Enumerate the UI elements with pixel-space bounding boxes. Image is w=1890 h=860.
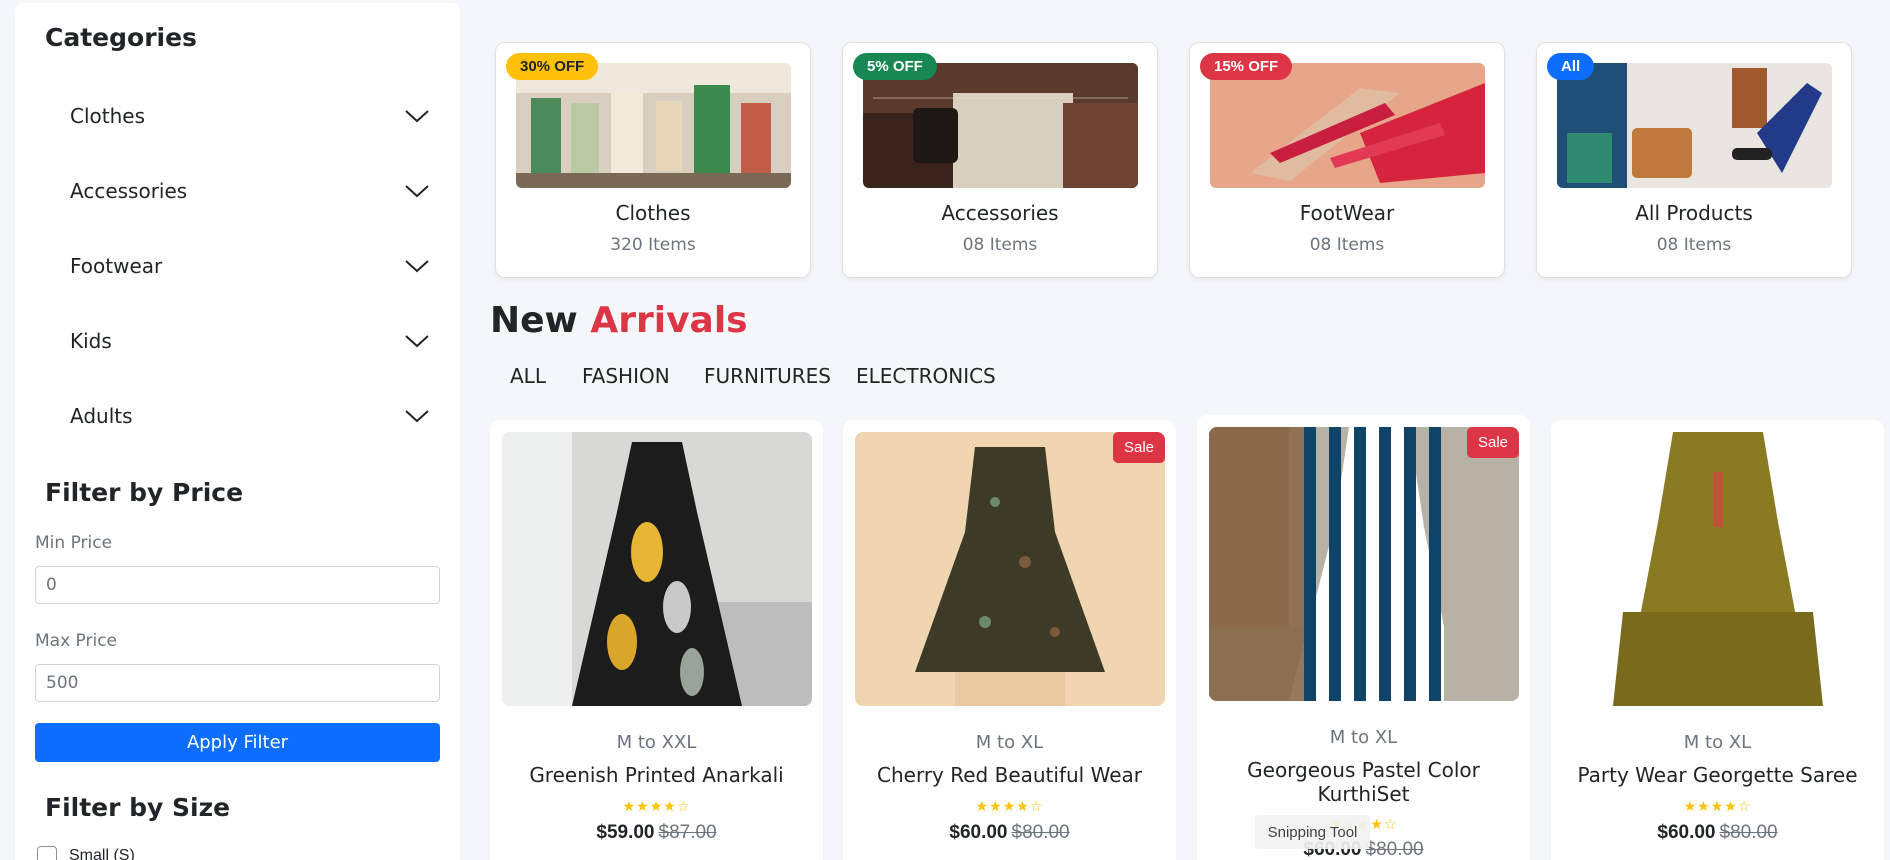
size-option-small[interactable]: Small (S) bbox=[37, 846, 135, 860]
product-price: $60.00 $80.00 bbox=[1551, 822, 1884, 844]
category-name: FootWear bbox=[1299, 201, 1395, 225]
discount-badge: All bbox=[1547, 53, 1595, 80]
max-price-input[interactable] bbox=[35, 664, 440, 702]
max-price-label: Max Price bbox=[35, 631, 118, 651]
category-count: 08 Items bbox=[962, 235, 1038, 255]
olive-dress-image bbox=[1563, 432, 1873, 706]
product-name[interactable]: Party Wear Georgette Saree bbox=[1561, 763, 1874, 787]
size-filter-heading: Filter by Size bbox=[45, 793, 231, 822]
striped-dress-image: Sale bbox=[1209, 427, 1519, 701]
product-card[interactable]: Sale M to XL Georgeous Pastel Color Kurt… bbox=[1197, 415, 1530, 860]
product-name[interactable]: Greenish Printed Anarkali bbox=[500, 763, 813, 787]
size-option-label: Small (S) bbox=[69, 847, 135, 860]
category-label: Kids bbox=[70, 329, 112, 353]
rating-stars: ★★★★☆ bbox=[1683, 798, 1752, 814]
min-price-label: Min Price bbox=[35, 533, 113, 553]
product-price: $59.00 $87.00 bbox=[490, 822, 823, 844]
current-price: $60.00 bbox=[949, 822, 1008, 843]
category-label: Adults bbox=[70, 404, 133, 428]
original-price: $87.00 bbox=[658, 822, 717, 843]
chevron-down-icon bbox=[405, 185, 429, 198]
discount-badge: 15% OFF bbox=[1200, 53, 1293, 80]
category-label: Accessories bbox=[70, 179, 188, 203]
title-word-new: New bbox=[490, 300, 578, 341]
original-price: $80.00 bbox=[1011, 822, 1070, 843]
tab-electronics[interactable]: ELECTRONICS bbox=[856, 364, 996, 388]
category-item-accessories[interactable]: Accessories bbox=[70, 171, 430, 211]
category-name: All Products bbox=[1635, 201, 1753, 225]
category-label: Clothes bbox=[70, 104, 145, 128]
chevron-down-icon bbox=[405, 335, 429, 348]
category-card-footwear[interactable]: 15% OFF FootWear 08 Items bbox=[1189, 42, 1505, 278]
chevron-down-icon bbox=[405, 410, 429, 423]
current-price: $59.00 bbox=[596, 822, 655, 843]
product-name[interactable]: Georgeous Pastel Color KurthiSet bbox=[1207, 758, 1520, 806]
chevron-down-icon bbox=[405, 260, 429, 273]
size-small-checkbox[interactable] bbox=[37, 846, 57, 860]
category-name: Clothes bbox=[615, 201, 691, 225]
category-label: Footwear bbox=[70, 254, 163, 278]
category-count: 320 Items bbox=[610, 235, 696, 255]
product-card[interactable]: M to XL Party Wear Georgette Saree ★★★★☆… bbox=[1551, 420, 1884, 860]
min-price-input[interactable] bbox=[35, 566, 440, 604]
rating-stars: ★★★★☆ bbox=[622, 798, 691, 814]
original-price: $80.00 bbox=[1719, 822, 1778, 843]
tab-fashion[interactable]: FASHION bbox=[582, 364, 670, 388]
printed-dress-image: Sale bbox=[855, 432, 1165, 706]
price-filter-heading: Filter by Price bbox=[45, 478, 244, 507]
sidebar: Categories Clothes Accessories Footwear … bbox=[15, 3, 460, 860]
apply-filter-button[interactable]: Apply Filter bbox=[35, 723, 440, 762]
product-card[interactable]: Sale M to XL Cherry Red Beautiful Wear ★… bbox=[843, 420, 1176, 860]
current-price: $60.00 bbox=[1657, 822, 1716, 843]
tab-furnitures[interactable]: FURNITURES bbox=[704, 364, 831, 388]
category-count: 08 Items bbox=[1656, 235, 1732, 255]
tab-all[interactable]: ALL bbox=[510, 364, 546, 388]
category-name: Accessories bbox=[941, 201, 1059, 225]
flatlay-products-image bbox=[1557, 63, 1832, 188]
title-word-arrivals: Arrivals bbox=[590, 300, 748, 341]
original-price: $80.00 bbox=[1365, 839, 1424, 860]
discount-badge: 5% OFF bbox=[853, 53, 937, 80]
product-size: M to XL bbox=[975, 732, 1044, 753]
category-card-all-products[interactable]: All All Products 08 Items bbox=[1536, 42, 1852, 278]
product-name[interactable]: Cherry Red Beautiful Wear bbox=[853, 763, 1166, 787]
chevron-down-icon bbox=[405, 110, 429, 123]
product-price: $60.00 $80.00 bbox=[843, 822, 1176, 844]
rating-stars: ★★★★☆ bbox=[975, 798, 1044, 814]
category-item-adults[interactable]: Adults bbox=[70, 396, 430, 436]
category-card-accessories[interactable]: 5% OFF Accessories 08 Items bbox=[842, 42, 1158, 278]
new-arrivals-title: New Arrivals bbox=[490, 300, 748, 341]
product-card[interactable]: M to XXL Greenish Printed Anarkali ★★★★☆… bbox=[490, 420, 823, 860]
category-card-clothes[interactable]: 30% OFF Clothes 320 Items bbox=[495, 42, 811, 278]
handbag-image bbox=[863, 63, 1138, 188]
category-item-footwear[interactable]: Footwear bbox=[70, 246, 430, 286]
sale-badge: Sale bbox=[1112, 432, 1165, 463]
snipping-tool-tooltip: Snipping Tool bbox=[1255, 815, 1370, 849]
product-size: M to XL bbox=[1683, 732, 1752, 753]
category-count: 08 Items bbox=[1309, 235, 1385, 255]
category-item-kids[interactable]: Kids bbox=[70, 321, 430, 361]
category-item-clothes[interactable]: Clothes bbox=[70, 96, 430, 136]
sale-badge: Sale bbox=[1466, 427, 1519, 458]
floral-dress-image bbox=[502, 432, 812, 706]
product-size: M to XXL bbox=[616, 732, 697, 753]
product-size: M to XL bbox=[1329, 727, 1398, 748]
categories-heading: Categories bbox=[45, 23, 197, 52]
sandals-image bbox=[1210, 63, 1485, 188]
discount-badge: 30% OFF bbox=[506, 53, 599, 80]
clothing-store-image bbox=[516, 63, 791, 188]
